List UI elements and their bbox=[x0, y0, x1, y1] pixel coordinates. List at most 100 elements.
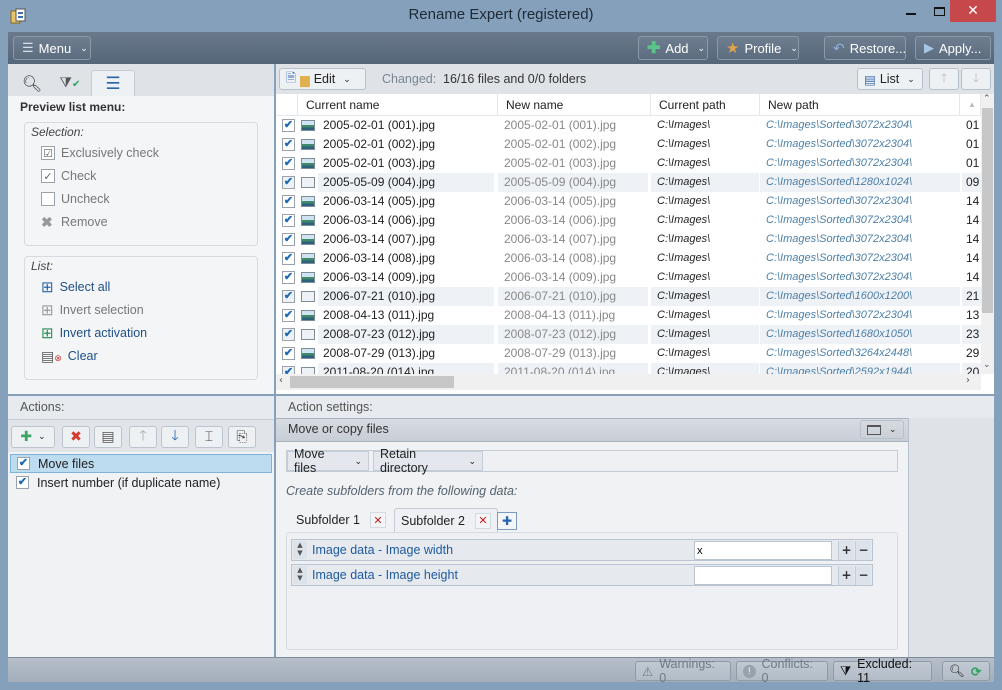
exclusively-check-item[interactable]: ☑ Exclusively check bbox=[41, 143, 159, 163]
action-item-insert-number[interactable]: ✔ Insert number (if duplicate name) bbox=[10, 473, 272, 492]
header-new-path[interactable]: New path bbox=[760, 94, 960, 116]
horizontal-scrollbar[interactable]: ‹ › bbox=[276, 374, 981, 390]
current-path-cell: C:\Images\ bbox=[657, 271, 711, 283]
apply-button[interactable]: ▶ Apply... bbox=[915, 36, 991, 60]
search-refresh-button[interactable]: 🔍︎ ⟳ bbox=[942, 661, 990, 681]
current-name-cell: 2008-04-13 (011).jpg bbox=[323, 308, 435, 322]
panel-layout-button[interactable]: ⌄ bbox=[860, 420, 904, 439]
add-tab-button[interactable]: ✚ bbox=[497, 512, 517, 530]
excluded-button[interactable]: ⧩ Excluded: 11 bbox=[833, 657, 932, 685]
menu-button[interactable]: ☰ Menu ⌄ bbox=[13, 36, 91, 60]
subfolder-hint: Create subfolders from the following dat… bbox=[286, 484, 518, 498]
field-separator-input[interactable] bbox=[694, 566, 832, 585]
close-button[interactable]: ✕ bbox=[950, 0, 996, 22]
horizontal-scroll-thumb[interactable] bbox=[290, 376, 454, 388]
reorder-spinner[interactable]: ▲ ▼ bbox=[293, 566, 307, 584]
table-row[interactable]: ✔ 2006-07-21 (010).jpg 2006-07-21 (010).jp… bbox=[276, 287, 981, 306]
tab-subfolder-1[interactable]: Subfolder 1 ✕ bbox=[290, 508, 392, 532]
remove-field-button[interactable]: − bbox=[855, 541, 871, 560]
row-checkbox[interactable]: ✔ bbox=[282, 347, 295, 360]
table-row[interactable]: ✔ 2006-03-14 (008).jpg 2006-03-14 (008).jp… bbox=[276, 249, 981, 268]
header-new-name[interactable]: New name bbox=[498, 94, 651, 116]
action-item-move-files[interactable]: ✔ Move files bbox=[10, 454, 272, 473]
close-tab-icon[interactable]: ✕ bbox=[369, 512, 386, 528]
list-view-icon: ▤ bbox=[864, 72, 876, 87]
profile-button[interactable]: ★ Profile ⌄ bbox=[717, 36, 799, 60]
mode-dropdown[interactable]: Move files ⌄ bbox=[287, 447, 369, 475]
invert-activation-item[interactable]: ⊞ Invert activation bbox=[41, 323, 147, 343]
current-path-cell: C:\Images\ bbox=[657, 309, 711, 321]
add-field-button[interactable]: + bbox=[838, 566, 854, 585]
close-tab-icon[interactable]: ✕ bbox=[474, 512, 491, 529]
table-row[interactable]: ✔ 2011-08-20 (014).jpg 2011-08-20 (014).jp… bbox=[276, 363, 981, 374]
directory-dropdown[interactable]: Retain directory ⌄ bbox=[373, 447, 483, 475]
row-checkbox[interactable]: ✔ bbox=[282, 195, 295, 208]
add-button[interactable]: ✚ Add ⌄ bbox=[638, 36, 708, 60]
row-checkbox[interactable]: ✔ bbox=[282, 271, 295, 284]
scroll-right-icon[interactable]: › bbox=[966, 375, 970, 386]
move-down-button[interactable]: 🡓 bbox=[961, 68, 991, 90]
clear-actions-button[interactable]: ▤ bbox=[94, 426, 122, 448]
scroll-down-icon[interactable]: ⌄ bbox=[983, 360, 991, 370]
row-checkbox[interactable]: ✔ bbox=[282, 290, 295, 303]
table-row[interactable]: ✔ 2005-02-01 (002).jpg 2005-02-01 (002).jp… bbox=[276, 135, 981, 154]
header-current-name[interactable]: Current name bbox=[298, 94, 498, 116]
table-row[interactable]: ✔ 2005-02-01 (001).jpg 2005-02-01 (001).jp… bbox=[276, 116, 981, 135]
checkbox-checked-icon[interactable]: ✔ bbox=[16, 476, 29, 489]
vertical-scroll-thumb[interactable] bbox=[982, 108, 993, 313]
rename-action-button[interactable]: ⌶ bbox=[195, 426, 223, 448]
table-row[interactable]: ✔ 2006-03-14 (009).jpg 2006-03-14 (009).jp… bbox=[276, 268, 981, 287]
select-all-item[interactable]: ⊞ Select all bbox=[41, 277, 110, 297]
table-row[interactable]: ✔ 2008-07-23 (012).jpg 2008-07-23 (012).jp… bbox=[276, 325, 981, 344]
tab-filter[interactable]: ⧩✔ bbox=[48, 70, 92, 96]
scroll-up-icon[interactable]: ⌃ bbox=[983, 94, 991, 104]
row-checkbox[interactable]: ✔ bbox=[282, 176, 295, 189]
row-checkbox[interactable]: ✔ bbox=[282, 328, 295, 341]
row-checkbox[interactable]: ✔ bbox=[282, 252, 295, 265]
conflicts-button[interactable]: ! Conflicts: 0 bbox=[736, 657, 828, 685]
check-item[interactable]: ✓ Check bbox=[41, 166, 96, 186]
tab-list-menu[interactable]: ☰ bbox=[91, 70, 135, 96]
add-field-button[interactable]: + bbox=[838, 541, 854, 560]
action-up-button[interactable]: 🡑 bbox=[129, 426, 157, 448]
row-checkbox[interactable]: ✔ bbox=[282, 138, 295, 151]
tab-subfolder-2[interactable]: Subfolder 2 ✕ bbox=[394, 508, 498, 532]
row-checkbox[interactable]: ✔ bbox=[282, 309, 295, 322]
edit-button[interactable]: 🗎 ▆ Edit ⌄ bbox=[279, 68, 366, 90]
action-down-button[interactable]: 🡓 bbox=[161, 426, 189, 448]
scroll-left-icon[interactable]: ‹ bbox=[279, 375, 283, 386]
uncheck-item[interactable]: Uncheck bbox=[41, 189, 110, 209]
header-current-path[interactable]: Current path bbox=[651, 94, 760, 116]
reorder-spinner[interactable]: ▲ ▼ bbox=[293, 541, 307, 559]
invert-selection-item[interactable]: ⊞ Invert selection bbox=[41, 300, 144, 320]
clear-item[interactable]: ▤⊗ Clear bbox=[41, 346, 98, 366]
table-row[interactable]: ✔ 2008-07-29 (013).jpg 2008-07-29 (013).jp… bbox=[276, 344, 981, 363]
table-row[interactable]: ✔ 2006-03-14 (005).jpg 2006-03-14 (005).jp… bbox=[276, 192, 981, 211]
new-path-cell: C:\Images\Sorted\3072x2304\ bbox=[766, 309, 913, 321]
current-name-cell: 2005-05-09 (004).jpg bbox=[318, 173, 494, 192]
row-checkbox[interactable]: ✔ bbox=[282, 366, 295, 374]
vertical-scrollbar[interactable]: ⌃ ⌄ bbox=[981, 94, 994, 374]
table-row[interactable]: ✔ 2005-05-09 (004).jpg 2005-05-09 (004).jp… bbox=[276, 173, 981, 192]
remove-field-button[interactable]: − bbox=[855, 566, 871, 585]
table-row[interactable]: ✔ 2006-03-14 (006).jpg 2006-03-14 (006).jp… bbox=[276, 211, 981, 230]
remove-item[interactable]: ✖ Remove bbox=[41, 212, 108, 232]
add-action-button[interactable]: ✚ ⌄ bbox=[11, 426, 55, 448]
row-checkbox[interactable]: ✔ bbox=[282, 233, 295, 246]
view-mode-button[interactable]: ▤ List ⌄ bbox=[857, 68, 923, 90]
row-checkbox[interactable]: ✔ bbox=[282, 157, 295, 170]
delete-action-button[interactable]: ✖ bbox=[62, 426, 90, 448]
row-checkbox[interactable]: ✔ bbox=[282, 119, 295, 132]
table-row[interactable]: ✔ 2005-02-01 (003).jpg 2005-02-01 (003).jp… bbox=[276, 154, 981, 173]
move-up-button[interactable]: 🡑 bbox=[929, 68, 959, 90]
table-row[interactable]: ✔ 2008-04-13 (011).jpg 2008-04-13 (011).jp… bbox=[276, 306, 981, 325]
duplicate-action-button[interactable]: ⎘ bbox=[228, 426, 256, 448]
table-row[interactable]: ✔ 2006-03-14 (007).jpg 2006-03-14 (007).jp… bbox=[276, 230, 981, 249]
field-separator-input[interactable] bbox=[694, 541, 832, 560]
row-checkbox[interactable]: ✔ bbox=[282, 214, 295, 227]
restore-button[interactable]: ↶ Restore... bbox=[824, 36, 906, 60]
warnings-button[interactable]: ⚠ Warnings: 0 bbox=[635, 657, 731, 685]
image-file-icon bbox=[301, 272, 315, 283]
minimize-button[interactable] bbox=[896, 0, 926, 22]
checkbox-checked-icon[interactable]: ✔ bbox=[17, 457, 30, 470]
